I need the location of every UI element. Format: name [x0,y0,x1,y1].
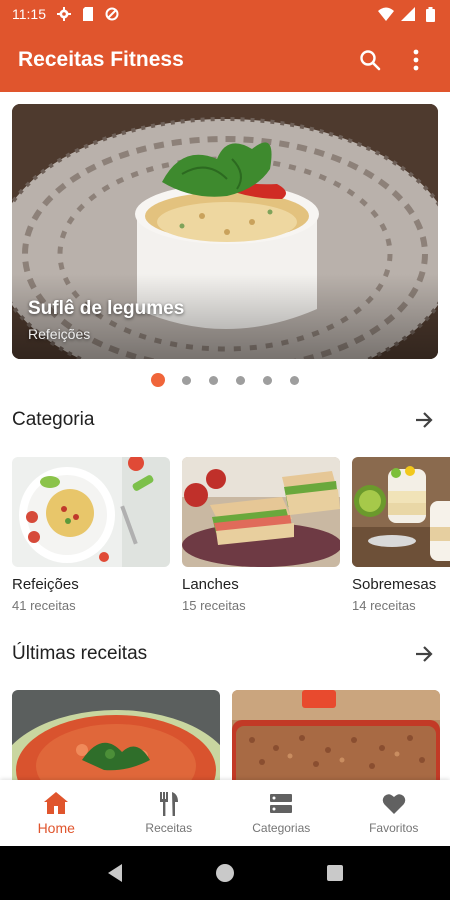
status-time: 11:15 [12,6,46,22]
search-icon [360,50,381,71]
nav-item-categorias[interactable]: Categorias [225,780,338,846]
search-button[interactable] [354,44,386,76]
categories-title: Categoria [12,409,95,430]
bottom-navigation: Home Receitas Categorias Favoritos [0,780,450,846]
nav-label: Home [37,820,75,836]
category-count: 15 receitas [182,598,246,613]
latest-recipes-list [12,690,450,780]
system-recents-button[interactable] [320,858,350,888]
more-options-button[interactable] [400,44,432,76]
system-home-button[interactable] [210,858,240,888]
latest-recipes-see-all-button[interactable] [410,640,438,668]
nav-item-home[interactable]: Home [0,780,113,846]
carousel-dot-6[interactable] [289,375,299,385]
carousel-dot-2[interactable] [181,375,191,385]
featured-recipe-category: Refeições [28,326,91,342]
nav-label: Favoritos [369,821,419,835]
battery-icon [422,6,438,22]
home-circle-icon [216,864,234,882]
latest-recipe-image [232,690,440,780]
carousel-dot-4[interactable] [235,375,245,385]
categories-see-all-button[interactable] [410,406,438,434]
home-icon [43,790,69,816]
nav-item-favoritos[interactable]: Favoritos [338,780,450,846]
category-image-refeicoes [12,457,170,567]
categories-icon [268,791,294,817]
featured-recipe-image [12,104,438,359]
category-card-refeicoes[interactable]: Refeições 41 receitas [12,457,170,617]
fork-knife-icon [156,791,182,817]
latest-recipes-title: Últimas receitas [12,643,148,664]
category-image-sobremesas [352,457,450,567]
latest-recipe-card[interactable] [12,690,220,780]
app-bar: Receitas Fitness [0,28,450,92]
category-name: Sobremesas [352,576,437,593]
status-bar: 11:15 [0,0,450,28]
carousel-dot-5[interactable] [262,375,272,385]
app-title: Receitas Fitness [18,48,184,71]
carousel-dot-3[interactable] [208,375,218,385]
category-count: 41 receitas [12,598,76,613]
sd-card-icon [80,6,96,22]
latest-recipe-image [12,690,220,780]
category-name: Lanches [182,576,239,593]
no-data-saver-icon [104,6,120,22]
arrow-right-icon [416,646,433,662]
category-count: 14 receitas [352,598,416,613]
category-card-lanches[interactable]: Lanches 15 receitas [182,457,340,617]
arrow-right-icon [416,412,433,428]
category-card-sobremesas[interactable]: Sobremesas 14 receitas [352,457,450,617]
carousel-indicator [0,373,450,387]
nav-item-receitas[interactable]: Receitas [113,780,226,846]
featured-recipe-title: Suflê de legumes [28,298,185,319]
categories-list: Refeições 41 receitas Lanches 15 receita… [12,457,450,617]
more-vert-icon [413,49,419,71]
back-triangle-icon [108,864,122,882]
latest-recipes-header: Últimas receitas [12,639,438,669]
categories-header: Categoria [12,405,438,435]
category-image-lanches [182,457,340,567]
system-back-button[interactable] [100,858,130,888]
category-name: Refeições [12,576,79,593]
heart-icon [381,791,407,817]
gear-icon [56,6,72,22]
recents-square-icon [327,865,343,881]
latest-recipe-card[interactable] [232,690,440,780]
carousel-dot-1[interactable] [150,373,165,387]
wifi-icon [378,6,394,22]
system-navigation-bar [0,846,450,900]
featured-recipe-card[interactable]: Suflê de legumes Refeições [12,104,438,359]
nav-label: Categorias [252,821,311,835]
nav-label: Receitas [145,821,193,835]
signal-icon [400,6,416,22]
